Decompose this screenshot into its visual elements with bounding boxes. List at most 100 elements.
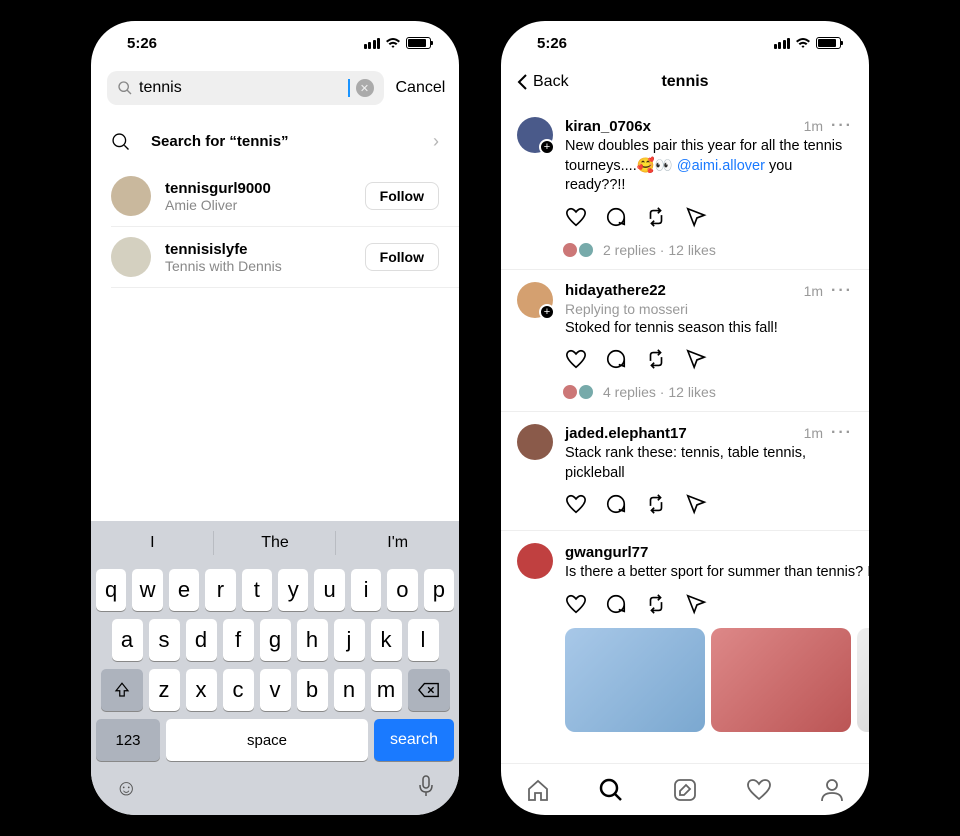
compose-icon[interactable] — [672, 777, 698, 803]
user-result[interactable]: tennisislyfe Tennis with Dennis Follow — [91, 227, 459, 287]
key-e[interactable]: e — [169, 569, 199, 611]
space-key[interactable]: space — [166, 719, 368, 761]
key-y[interactable]: y — [278, 569, 308, 611]
repost-button[interactable] — [645, 493, 667, 520]
post-username[interactable]: jaded.elephant17 — [565, 425, 687, 442]
avatar[interactable]: + — [517, 282, 553, 318]
mic-icon[interactable] — [417, 775, 435, 803]
avatar[interactable] — [517, 543, 553, 579]
text-cursor — [348, 79, 350, 97]
share-button[interactable] — [685, 593, 707, 620]
key-a[interactable]: a — [112, 619, 143, 661]
share-button[interactable] — [685, 348, 707, 375]
like-button[interactable] — [565, 593, 587, 620]
repost-button[interactable] — [645, 206, 667, 233]
key-n[interactable]: n — [334, 669, 365, 711]
emoji-icon[interactable]: ☺ — [115, 775, 137, 803]
status-icons — [774, 37, 842, 49]
like-button[interactable] — [565, 493, 587, 520]
suggestion[interactable]: The — [214, 521, 337, 565]
post[interactable]: gwangurl771m···Is there a better sport f… — [501, 531, 869, 742]
back-button[interactable]: Back — [517, 73, 569, 91]
post-text: New doubles pair this year for all the t… — [565, 137, 853, 196]
mention[interactable]: @aimi.allover — [677, 158, 765, 174]
more-icon[interactable]: ··· — [831, 282, 853, 300]
key-g[interactable]: g — [260, 619, 291, 661]
repost-button[interactable] — [645, 348, 667, 375]
clear-icon[interactable]: ✕ — [356, 79, 374, 97]
comment-button[interactable] — [605, 493, 627, 520]
suggestion[interactable]: I — [91, 521, 214, 565]
cancel-button[interactable]: Cancel — [396, 79, 446, 97]
phone-search: 5:26 ✕ Cancel Search for “tennis” › tenn… — [91, 21, 459, 815]
follow-button[interactable]: Follow — [365, 182, 439, 210]
key-v[interactable]: v — [260, 669, 291, 711]
post[interactable]: jaded.elephant171m···Stack rank these: t… — [501, 412, 869, 530]
repost-button[interactable] — [645, 593, 667, 620]
avatar[interactable]: + — [517, 117, 553, 153]
share-button[interactable] — [685, 206, 707, 233]
key-r[interactable]: r — [205, 569, 235, 611]
home-icon[interactable] — [525, 777, 551, 803]
share-button[interactable] — [685, 493, 707, 520]
post-username[interactable]: hidayathere22 — [565, 282, 666, 299]
key-f[interactable]: f — [223, 619, 254, 661]
stats-row[interactable]: 2 replies · 12 likes — [561, 241, 853, 259]
post[interactable]: +kiran_0706x1m···New doubles pair this y… — [501, 105, 869, 269]
key-c[interactable]: c — [223, 669, 254, 711]
key-m[interactable]: m — [371, 669, 402, 711]
key-q[interactable]: q — [96, 569, 126, 611]
key-o[interactable]: o — [387, 569, 417, 611]
search-for-label: Search for “tennis” — [151, 133, 413, 150]
plus-icon[interactable]: + — [539, 139, 555, 155]
comment-button[interactable] — [605, 593, 627, 620]
key-u[interactable]: u — [314, 569, 344, 611]
plus-icon[interactable]: + — [539, 304, 555, 320]
key-d[interactable]: d — [186, 619, 217, 661]
result-username: tennisislyfe — [165, 241, 351, 258]
key-j[interactable]: j — [334, 619, 365, 661]
search-input-wrap[interactable]: ✕ — [107, 71, 384, 105]
like-button[interactable] — [565, 348, 587, 375]
comment-button[interactable] — [605, 348, 627, 375]
search-for-row[interactable]: Search for “tennis” › — [91, 117, 459, 166]
key-s[interactable]: s — [149, 619, 180, 661]
post-image[interactable] — [711, 628, 851, 732]
key-p[interactable]: p — [424, 569, 454, 611]
key-w[interactable]: w — [132, 569, 162, 611]
key-x[interactable]: x — [186, 669, 217, 711]
search-input[interactable] — [139, 79, 346, 97]
like-button[interactable] — [565, 206, 587, 233]
feed[interactable]: +kiran_0706x1m···New doubles pair this y… — [501, 105, 869, 763]
back-label: Back — [533, 73, 569, 91]
user-result[interactable]: tennisgurl9000 Amie Oliver Follow — [91, 166, 459, 226]
profile-icon[interactable] — [819, 777, 845, 803]
more-icon[interactable]: ··· — [831, 424, 853, 442]
backspace-key[interactable] — [408, 669, 450, 711]
key-z[interactable]: z — [149, 669, 180, 711]
post[interactable]: +hidayathere221m···Replying to mosseriSt… — [501, 270, 869, 412]
numbers-key[interactable]: 123 — [96, 719, 160, 761]
key-l[interactable]: l — [408, 619, 439, 661]
key-row: qwertyuiop — [91, 565, 459, 615]
search-key[interactable]: search — [374, 719, 454, 761]
key-i[interactable]: i — [351, 569, 381, 611]
post-image[interactable] — [565, 628, 705, 732]
avatar[interactable] — [517, 424, 553, 460]
heart-icon[interactable] — [746, 777, 772, 803]
more-icon[interactable]: ··· — [831, 117, 853, 135]
key-t[interactable]: t — [242, 569, 272, 611]
post-username[interactable]: gwangurl77 — [565, 544, 648, 561]
search-icon[interactable] — [598, 777, 624, 803]
stats-row[interactable]: 4 replies · 12 likes — [561, 383, 853, 401]
key-k[interactable]: k — [371, 619, 402, 661]
tab-bar — [501, 763, 869, 815]
post-username[interactable]: kiran_0706x — [565, 118, 651, 135]
post-image[interactable] — [857, 628, 869, 732]
follow-button[interactable]: Follow — [365, 243, 439, 271]
key-b[interactable]: b — [297, 669, 328, 711]
shift-key[interactable] — [101, 669, 143, 711]
suggestion[interactable]: I'm — [336, 521, 459, 565]
comment-button[interactable] — [605, 206, 627, 233]
key-h[interactable]: h — [297, 619, 328, 661]
